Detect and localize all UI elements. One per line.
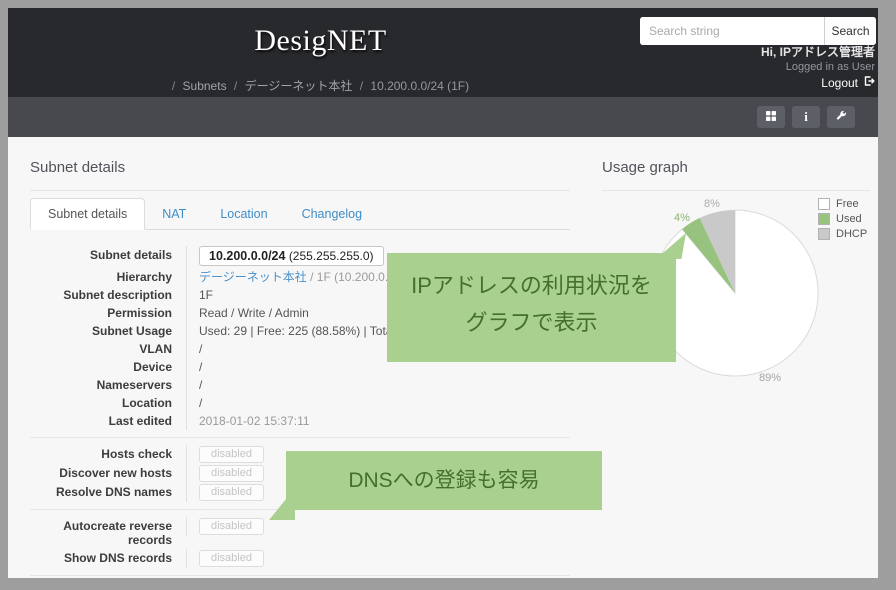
user-block: Hi, IPアドレス管理者 Logged in as User Logout xyxy=(761,45,875,92)
row-label: Autocreate reverse records xyxy=(30,517,186,549)
wrench-icon xyxy=(835,110,847,125)
tab-nat[interactable]: NAT xyxy=(145,199,203,229)
breadcrumb-separator: / xyxy=(360,79,363,93)
tools-button[interactable] xyxy=(827,106,855,128)
subnet-cidr: 10.200.0.0/24 xyxy=(209,249,285,263)
app-header: DesigNET / Subnets / デージーネット本社 / 10.200.… xyxy=(8,8,878,97)
pie-label-used: 4% xyxy=(674,212,690,224)
grid-icon xyxy=(765,110,777,125)
table-row-show-dns: Show DNS records disabled xyxy=(30,549,570,568)
annotation-text: DNSへの登録も容易 xyxy=(348,469,539,492)
status-badge: disabled xyxy=(199,550,264,567)
row-label: Hierarchy xyxy=(30,268,186,286)
subnet-details-panel: Subnet details Subnet details NAT Locati… xyxy=(30,158,570,578)
legend-item-used: Used xyxy=(818,213,867,225)
row-label: Resolve DNS names xyxy=(30,483,186,501)
status-badge: disabled xyxy=(199,518,264,535)
logout-icon xyxy=(863,75,875,92)
section-divider xyxy=(30,437,570,438)
breadcrumb-section[interactable]: デージーネット本社 xyxy=(245,79,353,93)
tab-location[interactable]: Location xyxy=(203,199,284,229)
breadcrumb-separator: / xyxy=(234,79,237,93)
row-value: 2018-01-02 15:37:11 xyxy=(186,412,570,430)
breadcrumb-current-subnet: 10.200.0.0/24 (1F) xyxy=(370,79,469,93)
row-value: disabled xyxy=(186,517,570,536)
subnet-mask: (255.255.255.0) xyxy=(289,249,374,263)
row-label: Discover new hosts xyxy=(30,464,186,482)
row-label: Permission xyxy=(30,304,186,322)
tab-subnet-details[interactable]: Subnet details xyxy=(30,198,145,230)
row-label: Subnet description xyxy=(30,286,186,304)
breadcrumb-subnets[interactable]: Subnets xyxy=(183,79,227,93)
pie-label-dhcp: 8% xyxy=(704,198,720,210)
annotation-dns-callout: DNSへの登録も容易 xyxy=(286,451,602,510)
annotation-text-line1: IPアドレスの利用状況を xyxy=(387,267,676,304)
row-label: Location xyxy=(30,394,186,412)
modules-grid-button[interactable] xyxy=(757,106,785,128)
pie-legend: Free Used DHCP xyxy=(818,198,867,243)
hierarchy-root-link[interactable]: デージーネット本社 xyxy=(199,270,307,284)
row-value: / xyxy=(186,394,570,412)
row-value: / xyxy=(186,376,570,394)
row-label: Device xyxy=(30,358,186,376)
status-badge: disabled xyxy=(199,465,264,482)
status-badge: disabled xyxy=(199,484,264,501)
legend-swatch-dhcp xyxy=(818,228,830,240)
tab-changelog[interactable]: Changelog xyxy=(285,199,379,229)
row-label: VLAN xyxy=(30,340,186,358)
annotation-usage-callout: IPアドレスの利用状況を グラフで表示 xyxy=(387,253,676,362)
annotation-text-line2: グラフで表示 xyxy=(387,304,676,341)
pie-slice-free xyxy=(652,210,818,376)
section-divider xyxy=(30,575,570,576)
row-value: disabled xyxy=(186,549,570,568)
row-label: Show DNS records xyxy=(30,549,186,567)
toolbar-buttons: i xyxy=(757,106,855,128)
search-input[interactable] xyxy=(640,17,824,45)
legend-item-dhcp: DHCP xyxy=(818,228,867,240)
legend-swatch-free xyxy=(818,198,830,210)
legend-label: DHCP xyxy=(836,228,867,240)
row-label: Hosts check xyxy=(30,445,186,463)
info-icon: i xyxy=(804,109,808,125)
pie-label-free: 89% xyxy=(759,372,781,384)
usage-graph-panel: Usage graph xyxy=(602,158,870,191)
info-button[interactable]: i xyxy=(792,106,820,128)
search-button[interactable]: Search xyxy=(824,17,876,45)
legend-label: Free xyxy=(836,198,859,210)
row-label: Nameservers xyxy=(30,376,186,394)
toolbar: i xyxy=(8,97,878,137)
breadcrumb-separator: / xyxy=(172,79,175,93)
status-badge: disabled xyxy=(199,446,264,463)
panel-heading: Subnet details xyxy=(30,158,570,191)
table-row-location: Location / xyxy=(30,394,570,412)
legend-label: Used xyxy=(836,213,862,225)
usage-graph-heading: Usage graph xyxy=(602,158,870,191)
legend-swatch-used xyxy=(818,213,830,225)
logged-in-as: Logged in as User xyxy=(761,60,875,75)
logout-link[interactable]: Logout xyxy=(761,75,875,92)
app-window: DesigNET / Subnets / デージーネット本社 / 10.200.… xyxy=(8,8,878,578)
user-greeting: Hi, IPアドレス管理者 xyxy=(761,45,875,60)
legend-item-free: Free xyxy=(818,198,867,210)
subnet-cidr-box: 10.200.0.0/24 (255.255.255.0) xyxy=(199,246,384,266)
row-label: Subnet Usage xyxy=(30,322,186,340)
row-label: Last edited xyxy=(30,412,186,430)
app-title: DesigNET xyxy=(8,24,633,58)
table-row-last-edited: Last edited 2018-01-02 15:37:11 xyxy=(30,412,570,430)
subnet-tabs: Subnet details NAT Location Changelog xyxy=(30,198,570,230)
breadcrumb: / Subnets / デージーネット本社 / 10.200.0.0/24 (1… xyxy=(8,77,633,94)
table-row-autocreate-reverse: Autocreate reverse records disabled xyxy=(30,517,570,549)
row-label: Subnet details xyxy=(30,246,186,264)
table-row-nameservers: Nameservers / xyxy=(30,376,570,394)
search-group: Search xyxy=(640,17,876,45)
logout-label: Logout xyxy=(821,75,858,92)
